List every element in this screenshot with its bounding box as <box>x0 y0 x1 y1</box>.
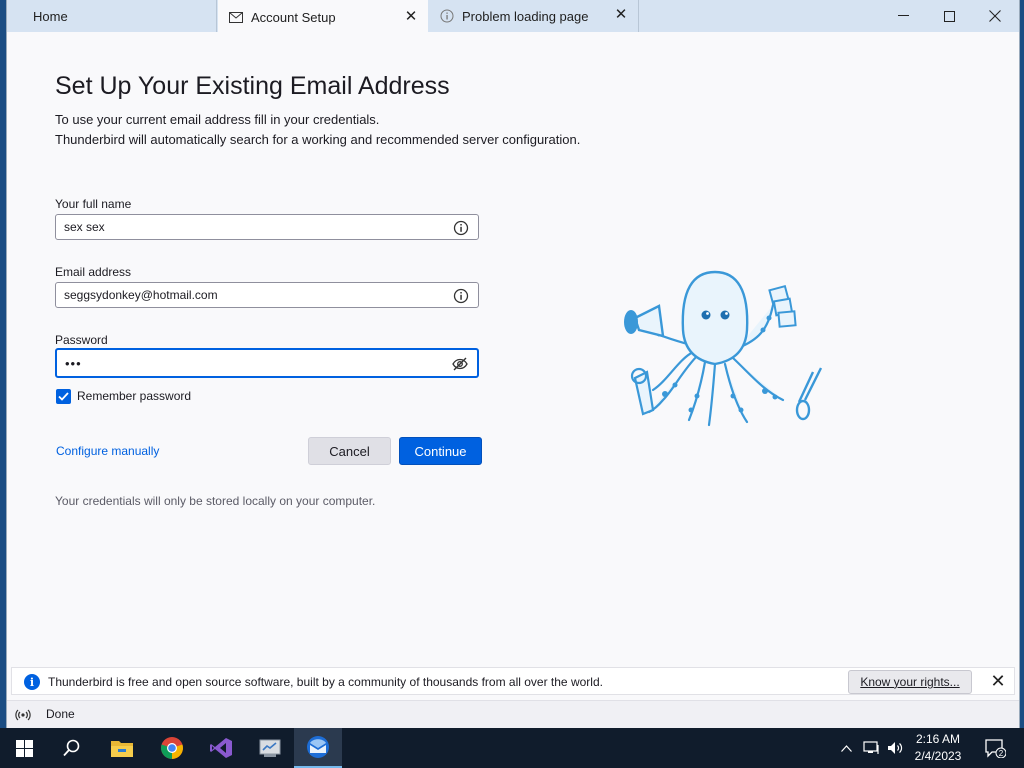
close-window-button[interactable] <box>972 0 1018 32</box>
thunderbird-icon <box>307 736 329 758</box>
tab-problem-loading-label: Problem loading page <box>462 8 589 24</box>
show-hidden-icons-button[interactable] <box>836 728 856 768</box>
info-icon: i <box>24 674 40 690</box>
close-icon <box>989 10 1001 22</box>
info-icon <box>439 8 455 24</box>
info-icon[interactable] <box>453 220 469 236</box>
network-icon <box>862 741 879 754</box>
email-input[interactable] <box>56 283 452 307</box>
close-tab-icon[interactable]: ✕ <box>614 7 628 22</box>
eye-slash-icon[interactable] <box>452 356 468 372</box>
search-button[interactable] <box>48 728 96 768</box>
password-input[interactable] <box>57 350 453 376</box>
chrome-button[interactable] <box>148 728 196 768</box>
full-name-field[interactable] <box>55 214 479 240</box>
notification-count: 2 <box>999 749 1004 758</box>
thunderbird-window: Home Account Setup ✕ Problem loading pag… <box>6 0 1020 728</box>
start-icon <box>15 739 33 757</box>
page-subtitle-2: Thunderbird will automatically search fo… <box>55 132 581 147</box>
credentials-note: Your credentials will only be stored loc… <box>55 494 376 508</box>
status-text: Done <box>46 707 75 721</box>
online-status-icon[interactable] <box>15 707 31 723</box>
chrome-icon <box>161 737 183 759</box>
chevron-up-icon <box>840 744 852 752</box>
clock-date: 2/4/2023 <box>914 749 962 763</box>
tab-problem-loading[interactable]: Problem loading page ✕ <box>429 0 639 32</box>
taskbar-clock[interactable]: 2:16 AM 2/4/2023 <box>906 731 970 765</box>
know-your-rights-button[interactable]: Know your rights... <box>848 670 972 694</box>
remember-password-checkbox[interactable] <box>56 389 71 404</box>
configure-manually-link[interactable]: Configure manually <box>56 444 159 458</box>
windows-taskbar: 2:16 AM 2/4/2023 2 <box>0 728 1024 768</box>
full-name-input[interactable] <box>56 215 452 239</box>
notification-bar: i Thunderbird is free and open source so… <box>11 667 1015 695</box>
maximize-button[interactable] <box>926 0 972 32</box>
full-name-label: Your full name <box>55 197 132 211</box>
server-manager-icon <box>259 739 281 757</box>
file-explorer-icon <box>111 741 133 757</box>
network-button[interactable] <box>860 728 882 768</box>
tab-home-label: Home <box>33 8 68 24</box>
close-notification-icon[interactable]: ✕ <box>988 671 1008 691</box>
visual-studio-icon <box>210 738 232 758</box>
checkmark-icon <box>58 392 69 401</box>
email-label: Email address <box>55 265 132 279</box>
page-subtitle-1: To use your current email address fill i… <box>55 112 380 127</box>
notification-icon: 2 <box>985 739 1006 758</box>
tab-bar: Home Account Setup ✕ Problem loading pag… <box>7 0 1019 32</box>
maximize-icon <box>943 10 955 22</box>
clock-time: 2:16 AM <box>915 732 961 746</box>
cancel-button[interactable]: Cancel <box>308 437 391 465</box>
minimize-icon <box>897 15 909 16</box>
status-bar: Done <box>7 700 1019 728</box>
page-title: Set Up Your Existing Email Address <box>55 72 450 100</box>
volume-icon <box>887 742 902 754</box>
tab-home[interactable]: Home <box>7 0 217 32</box>
tab-account-setup-label: Account Setup <box>251 9 336 25</box>
email-field[interactable] <box>55 282 479 308</box>
envelope-gear-icon <box>228 9 244 25</box>
thunderbird-button[interactable] <box>294 728 342 768</box>
account-setup-page: Set Up Your Existing Email Address To us… <box>7 32 1019 668</box>
octopus-illustration <box>624 270 823 427</box>
search-icon <box>63 739 80 757</box>
info-icon[interactable] <box>453 288 469 304</box>
start-button[interactable] <box>0 728 48 768</box>
notification-text: Thunderbird is free and open source soft… <box>48 675 603 689</box>
password-label: Password <box>55 333 108 347</box>
visual-studio-button[interactable] <box>197 728 245 768</box>
remember-password-label[interactable]: Remember password <box>77 389 191 403</box>
continue-button[interactable]: Continue <box>399 437 482 465</box>
tab-account-setup[interactable]: Account Setup ✕ <box>218 0 428 32</box>
action-center-button[interactable]: 2 <box>980 728 1010 768</box>
volume-button[interactable] <box>884 728 906 768</box>
password-field[interactable] <box>55 348 479 378</box>
close-tab-icon[interactable]: ✕ <box>404 9 418 24</box>
file-explorer-button[interactable] <box>98 728 146 768</box>
server-manager-button[interactable] <box>246 728 294 768</box>
minimize-button[interactable] <box>880 0 926 32</box>
